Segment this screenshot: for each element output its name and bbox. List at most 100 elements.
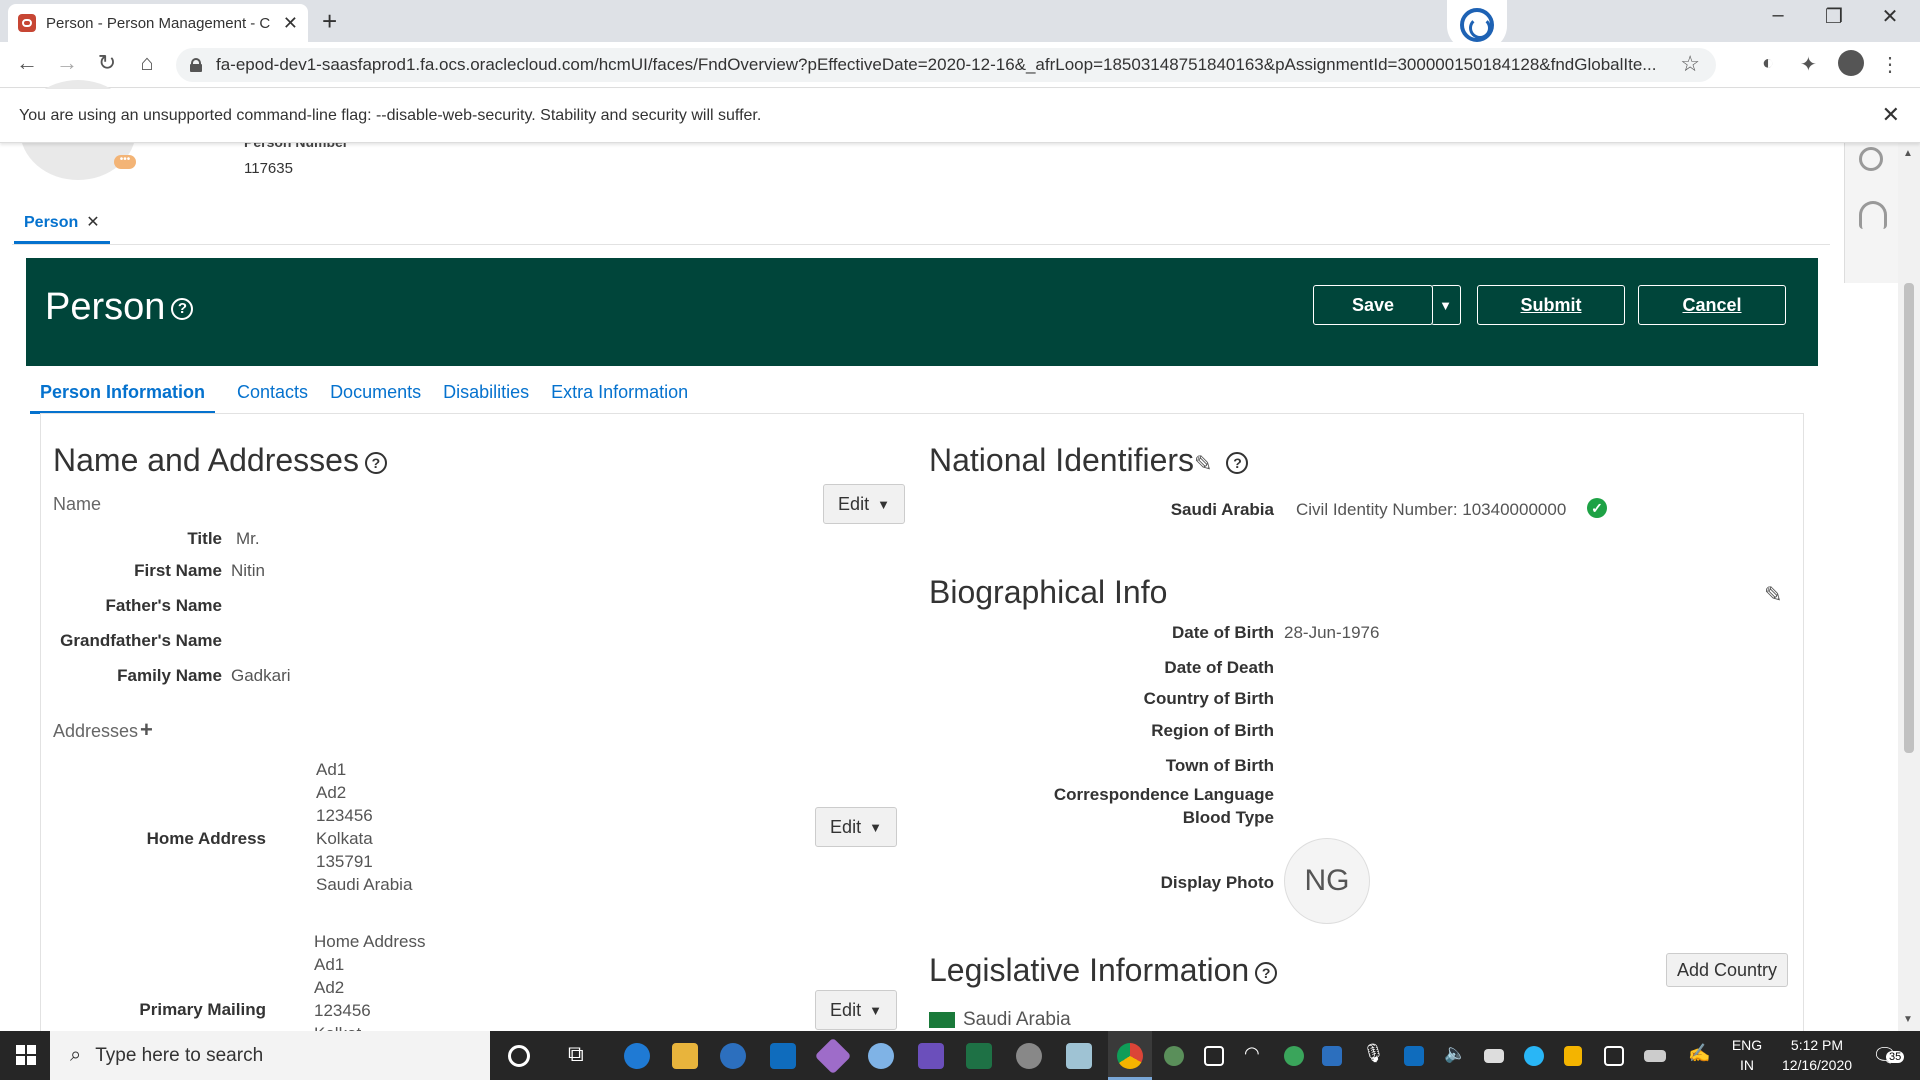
volume-icon[interactable]: 🔈	[1444, 1043, 1470, 1069]
edge-icon[interactable]	[624, 1043, 650, 1069]
headset-icon[interactable]	[1859, 201, 1887, 229]
help-icon[interactable]: ?	[1255, 961, 1278, 984]
profile-icon[interactable]	[1838, 50, 1864, 76]
save-button-label: Save	[1351, 294, 1395, 315]
tray-app-icon[interactable]	[1284, 1046, 1304, 1066]
taskbar-search[interactable]: ⌕ Type here to search	[50, 1031, 490, 1080]
outlook-icon[interactable]	[770, 1043, 796, 1069]
edit-home-address-button[interactable]: Edit ▼	[815, 807, 897, 847]
settings-gear-icon[interactable]	[1016, 1043, 1042, 1069]
battery-icon[interactable]	[1644, 1050, 1666, 1062]
tab-person-information[interactable]: Person Information	[30, 378, 216, 414]
extensions-puzzle-icon[interactable]: ✦	[1800, 52, 1817, 77]
add-address-icon[interactable]: +	[140, 717, 153, 742]
pencil-icon[interactable]: ✎	[1764, 582, 1782, 608]
security-icon[interactable]	[1564, 1046, 1582, 1066]
warning-infobar: You are using an unsupported command-lin…	[0, 89, 1920, 143]
first-name-value: Nitin	[231, 561, 266, 580]
outlook-tray-icon[interactable]	[1404, 1046, 1424, 1066]
reload-icon[interactable]: ↻	[92, 50, 122, 76]
infobar-close-icon[interactable]: ✕	[1882, 102, 1900, 128]
url-field[interactable]: fa-epod-dev1-saasfaprod1.fa.ocs.oraclecl…	[176, 48, 1716, 82]
edit-mailing-address-button[interactable]: Edit ▼	[815, 990, 897, 1030]
windows-start-icon[interactable]	[16, 1045, 36, 1065]
avatar-more-icon[interactable]: •••	[114, 155, 136, 169]
legislative-country-row[interactable]: Saudi Arabia	[929, 1009, 1071, 1031]
edit-label: Edit	[838, 493, 870, 514]
help-icon[interactable]: ?	[364, 451, 387, 474]
edit-name-button[interactable]: Edit ▼	[823, 484, 905, 524]
subtab-bar: Person Information Contacts Documents Di…	[30, 378, 710, 414]
tray-app-icon[interactable]	[1322, 1046, 1342, 1066]
excel-icon[interactable]	[966, 1043, 992, 1069]
home-address-line: Saudi Arabia	[316, 875, 413, 894]
close-tab-person-icon[interactable]: ✕	[86, 214, 99, 231]
clock[interactable]: 5:12 PM 12/16/2020	[1772, 1035, 1862, 1075]
task-view-icon[interactable]: ⧉	[568, 1041, 594, 1067]
teamviewer-icon[interactable]	[720, 1043, 746, 1069]
tab-disabilities[interactable]: Disabilities	[443, 378, 529, 414]
new-tab-button[interactable]: +	[322, 6, 337, 37]
tab-person[interactable]: Person ✕	[14, 208, 110, 244]
browser-tab[interactable]: Person - Person Management - C ✕	[8, 4, 308, 42]
mailing-address-line: 123456	[314, 1001, 371, 1020]
app-icon[interactable]	[918, 1043, 944, 1069]
chrome-taskbar-item[interactable]	[1108, 1031, 1152, 1080]
mailing-address-line: Home Address	[314, 932, 426, 951]
home-address-line: Ad2	[316, 783, 347, 802]
restore-button[interactable]: ❐	[1806, 4, 1862, 29]
scroll-down-icon[interactable]: ▼	[1903, 1014, 1913, 1025]
verified-check-icon: ✓	[1587, 498, 1607, 518]
tab-extra-information[interactable]: Extra Information	[551, 378, 688, 414]
notepad-icon[interactable]	[1066, 1043, 1092, 1069]
cortana-icon[interactable]	[508, 1045, 530, 1067]
first-name-label: First Name	[134, 561, 222, 580]
save-dropdown-button[interactable]: ▼	[1431, 285, 1461, 325]
close-tab-icon[interactable]: ✕	[283, 13, 298, 34]
pencil-icon[interactable]: ✎	[1194, 451, 1212, 476]
tray-app-icon[interactable]	[1484, 1049, 1504, 1063]
dob-value: 28-Jun-1976	[1284, 623, 1380, 642]
back-arrow-icon[interactable]: ←	[12, 50, 42, 76]
tray-app-icon[interactable]	[1604, 1046, 1624, 1066]
forward-arrow-icon[interactable]: →	[52, 50, 82, 76]
tray-app-icon[interactable]	[1204, 1046, 1224, 1066]
notifications-button[interactable]: 🗨 35	[1872, 1043, 1906, 1069]
search-icon[interactable]	[1859, 147, 1883, 171]
submit-button[interactable]: Submit	[1477, 285, 1625, 325]
tab-person-label: Person	[24, 214, 79, 231]
infobar-text: You are using an unsupported command-lin…	[19, 106, 762, 124]
display-photo-avatar[interactable]: NG	[1284, 838, 1370, 924]
file-explorer-icon[interactable]	[672, 1043, 698, 1069]
close-window-button[interactable]: ✕	[1862, 4, 1918, 29]
help-icon[interactable]: ?	[171, 297, 194, 320]
tab-documents[interactable]: Documents	[330, 378, 421, 414]
extension-icon[interactable]: ◐	[1762, 52, 1774, 75]
language-indicator[interactable]: ENG IN	[1730, 1035, 1764, 1075]
national-id-country: Saudi Arabia	[1170, 500, 1274, 519]
add-country-button[interactable]: Add Country	[1666, 953, 1788, 987]
tray-app-icon[interactable]	[1524, 1046, 1544, 1066]
microphone-icon[interactable]: 🎙	[1362, 1043, 1388, 1069]
scrollbar-thumb[interactable]	[1904, 283, 1914, 753]
home-icon[interactable]: ⌂	[132, 50, 162, 76]
mailing-address-line: Kolkat	[314, 1024, 361, 1031]
national-identifiers-title: National Identifiers✎?	[929, 442, 1249, 479]
national-identifiers-title-text: National Identifiers	[929, 442, 1195, 478]
save-button[interactable]: Save	[1313, 285, 1433, 325]
pen-icon[interactable]: ✍	[1688, 1043, 1714, 1069]
wifi-icon[interactable]: ◠	[1244, 1043, 1270, 1069]
home-address-label: Home Address	[146, 829, 266, 848]
scroll-up-icon[interactable]: ▲	[1903, 148, 1913, 159]
help-icon[interactable]: ?	[1226, 451, 1249, 474]
tray-app-icon[interactable]	[1164, 1046, 1184, 1066]
menu-kebab-icon[interactable]: ⋮	[1880, 52, 1900, 77]
legislative-country: Saudi Arabia	[963, 1009, 1071, 1030]
minimize-button[interactable]: –	[1750, 4, 1806, 27]
browser-tab-title: Person - Person Management - C	[46, 14, 271, 32]
tab-contacts[interactable]: Contacts	[237, 378, 308, 414]
network-app-icon[interactable]	[868, 1043, 894, 1069]
bookmark-star-icon[interactable]: ☆	[1680, 51, 1700, 77]
app-icon[interactable]	[814, 1037, 852, 1075]
cancel-button[interactable]: Cancel	[1638, 285, 1786, 325]
